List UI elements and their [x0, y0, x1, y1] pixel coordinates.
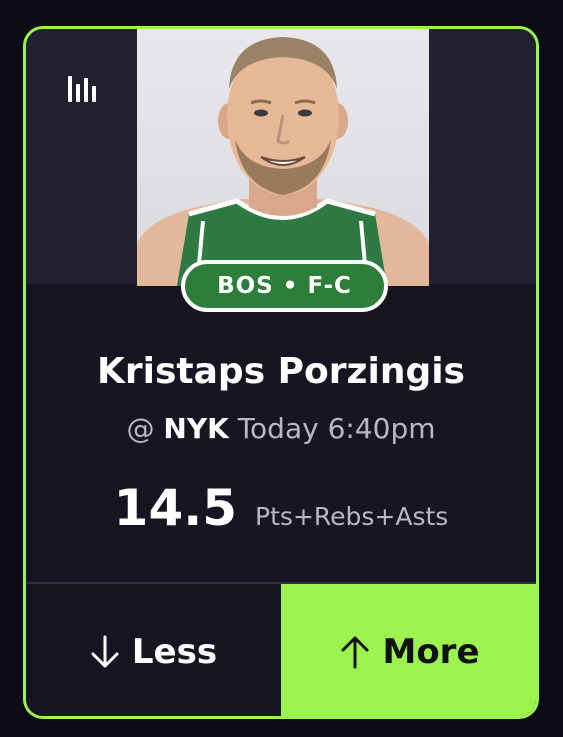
- game-time: Today 6:40pm: [237, 412, 436, 445]
- stat-label: Pts+Rebs+Asts: [255, 502, 449, 531]
- matchup-info: @ NYK Today 6:40pm: [26, 412, 536, 445]
- more-button[interactable]: More: [281, 584, 536, 716]
- more-label: More: [382, 631, 480, 672]
- arrow-up-icon: [340, 635, 370, 669]
- bar-chart-icon[interactable]: [68, 74, 98, 102]
- arrow-down-icon: [90, 635, 120, 669]
- projection-line: 14.5 Pts+Rebs+Asts: [26, 479, 536, 537]
- projection-card: BOS • F-C Kristaps Porzingis @ NYK Today…: [23, 26, 539, 719]
- less-label: Less: [131, 631, 218, 672]
- matchup-prefix: @: [126, 412, 155, 445]
- player-photo: [137, 29, 429, 286]
- player-name: Kristaps Porzingis: [97, 351, 465, 392]
- opponent-team: NYK: [163, 412, 229, 445]
- less-button[interactable]: Less: [26, 584, 281, 716]
- team-position-badge: BOS • F-C: [181, 260, 388, 312]
- line-value: 14.5: [113, 479, 238, 537]
